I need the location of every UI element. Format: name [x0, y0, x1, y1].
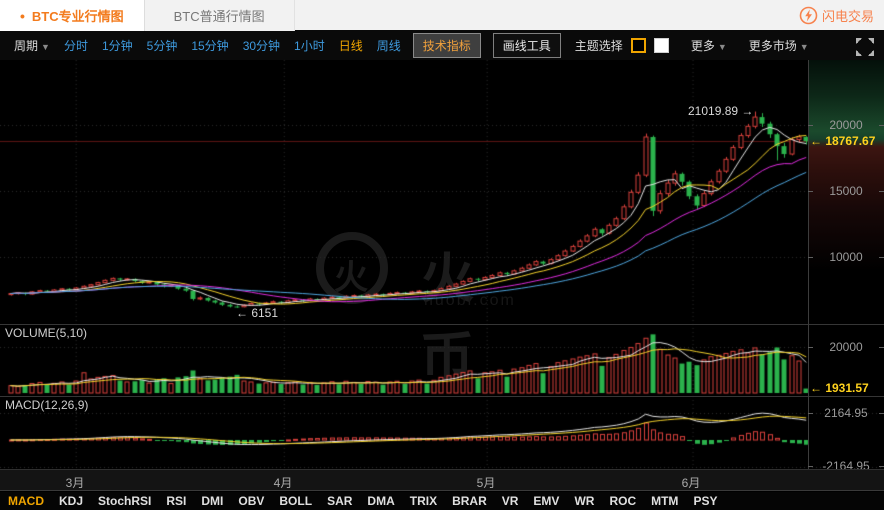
- indicator-tab-trix[interactable]: TRIX: [410, 494, 437, 508]
- trading-app: • BTC专业行情图 BTC普通行情图 闪电交易 周期▼ 分时 1分钟 5分钟 …: [0, 0, 884, 510]
- panel-divider: [0, 324, 884, 325]
- y-axis-label-10000: 10000: [808, 250, 884, 264]
- indicator-tab-stochrsi[interactable]: StochRSI: [98, 494, 151, 508]
- last-price-tag: ← 18767.67: [810, 134, 875, 148]
- x-axis-label-march: 3月: [55, 474, 95, 491]
- indicator-tab-obv[interactable]: OBV: [238, 494, 264, 508]
- indicator-tab-psy[interactable]: PSY: [693, 494, 717, 508]
- x-axis-label-june: 6月: [671, 474, 711, 491]
- indicator-tab-brar[interactable]: BRAR: [452, 494, 487, 508]
- indicator-tab-mtm[interactable]: MTM: [651, 494, 678, 508]
- high-price-annotation: 21019.89 →: [688, 104, 753, 118]
- indicator-tab-rsi[interactable]: RSI: [166, 494, 186, 508]
- y-axis-label-15000: 15000: [808, 184, 884, 198]
- indicator-tab-dma[interactable]: DMA: [367, 494, 394, 508]
- indicator-tab-macd[interactable]: MACD: [8, 494, 44, 508]
- macd-panel-title: MACD(12,26,9): [5, 398, 88, 412]
- indicator-tab-boll[interactable]: BOLL: [279, 494, 312, 508]
- panel-divider: [0, 396, 884, 397]
- indicator-tab-emv[interactable]: EMV: [533, 494, 559, 508]
- volume-axis-label: 20000: [808, 340, 884, 354]
- candlestick-chart-canvas[interactable]: [0, 0, 884, 510]
- x-axis-label-april: 4月: [263, 474, 303, 491]
- indicator-tab-kdj[interactable]: KDJ: [59, 494, 83, 508]
- indicator-tab-bar: MACD KDJ StochRSI RSI DMI OBV BOLL SAR D…: [0, 492, 884, 510]
- x-axis-strip: 3月 4月 5月 6月: [0, 469, 884, 491]
- macd-axis-label-top: 2164.95: [808, 406, 884, 420]
- x-axis-label-may: 5月: [466, 474, 506, 491]
- y-axis-label-20000: 20000: [808, 118, 884, 132]
- last-volume-tag: ← 1931.57: [810, 381, 869, 395]
- indicator-tab-dmi[interactable]: DMI: [201, 494, 223, 508]
- volume-panel-title: VOLUME(5,10): [5, 326, 87, 340]
- indicator-tab-wr[interactable]: WR: [574, 494, 594, 508]
- low-price-annotation: ← 6151: [236, 306, 278, 320]
- indicator-tab-roc[interactable]: ROC: [609, 494, 636, 508]
- indicator-tab-sar[interactable]: SAR: [327, 494, 352, 508]
- indicator-tab-vr[interactable]: VR: [502, 494, 519, 508]
